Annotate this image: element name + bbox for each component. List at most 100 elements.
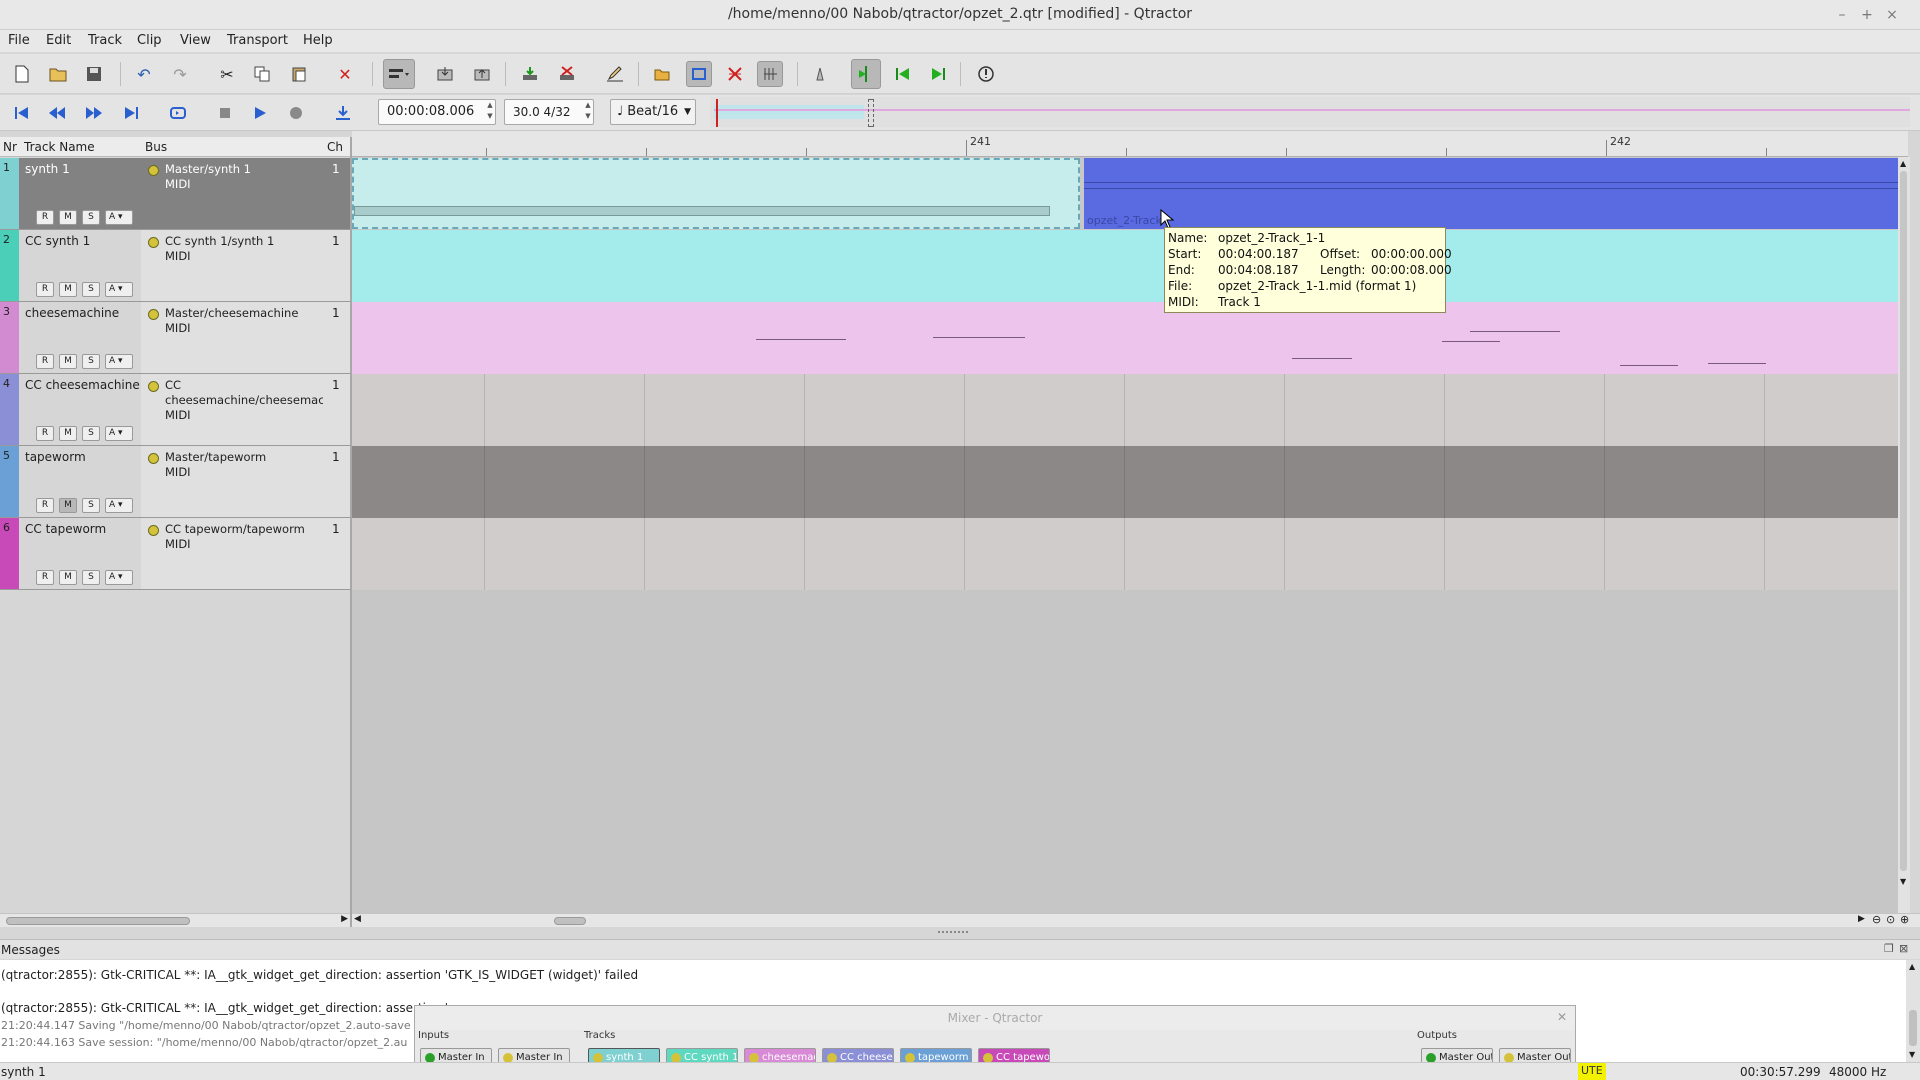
- track-row[interactable]: 4 CC cheesemachine CC cheesemachine/chees…: [0, 374, 350, 446]
- edit-pencil-icon[interactable]: [602, 61, 628, 87]
- mute-button[interactable]: M: [59, 498, 77, 513]
- skip-back-icon[interactable]: [890, 61, 916, 87]
- track-row[interactable]: 5 tapeworm Master/tapeworm MIDI 1 R M S A…: [0, 446, 350, 518]
- record-arm-button[interactable]: R: [36, 498, 54, 513]
- header-ch[interactable]: Ch: [327, 140, 343, 154]
- automation-button[interactable]: A ▾: [105, 354, 133, 369]
- canvas-vscrollbar[interactable]: ▲ ▼: [1898, 157, 1910, 913]
- track-bus[interactable]: CC synth 1/synth 1 MIDI: [141, 230, 323, 301]
- punch-in-icon[interactable]: [330, 100, 356, 126]
- record-arm-button[interactable]: R: [36, 282, 54, 297]
- fast-forward-icon[interactable]: [81, 100, 107, 126]
- automation-button[interactable]: A ▾: [105, 282, 133, 297]
- tempo-spin-arrows-icon[interactable]: ▲ ▼: [583, 100, 593, 124]
- cut-icon[interactable]: ✂: [214, 61, 240, 87]
- solo-button[interactable]: S: [82, 570, 100, 585]
- record-arm-button[interactable]: R: [36, 210, 54, 225]
- scroll-down-icon[interactable]: ▼: [1909, 1050, 1915, 1059]
- loop-icon[interactable]: [686, 61, 712, 87]
- record-arm-button[interactable]: R: [36, 354, 54, 369]
- forward-to-end-icon[interactable]: [118, 100, 144, 126]
- track-row[interactable]: 3 cheesemachine Master/cheesemachine MIDI…: [0, 302, 350, 374]
- midi-clip-selected[interactable]: [352, 158, 1080, 229]
- timeline-ruler[interactable]: 241 242: [352, 131, 1908, 157]
- record-arm-button[interactable]: R: [36, 426, 54, 441]
- clip-tool-icon[interactable]: [383, 59, 415, 89]
- header-nr[interactable]: Nr: [3, 140, 17, 154]
- zoom-in-icon[interactable]: ⊕: [1900, 913, 1909, 926]
- scroll-up-icon[interactable]: ▲: [1900, 159, 1906, 168]
- export-icon[interactable]: [469, 61, 495, 87]
- maximize-button[interactable]: +: [1857, 5, 1877, 25]
- new-file-icon[interactable]: [9, 61, 35, 87]
- menu-file[interactable]: File: [8, 33, 30, 48]
- solo-button[interactable]: S: [82, 426, 100, 441]
- header-track-name[interactable]: Track Name: [24, 140, 95, 154]
- track-bus[interactable]: CC cheesemachine/cheesemachin MIDI: [141, 374, 342, 445]
- scroll-right-icon[interactable]: ▶: [341, 914, 348, 924]
- open-file-icon[interactable]: [45, 61, 71, 87]
- lane-cheesemachine[interactable]: [352, 302, 1898, 374]
- record-arm-button[interactable]: R: [36, 570, 54, 585]
- record-icon[interactable]: [283, 100, 309, 126]
- overview-viewport-edge[interactable]: [868, 99, 874, 127]
- time-display[interactable]: 00:00:08.006 ▲ ▼: [378, 99, 496, 125]
- zoom-reset-icon[interactable]: ⊙: [1886, 913, 1895, 926]
- track-bus[interactable]: Master/synth 1 MIDI: [141, 158, 323, 229]
- close-button[interactable]: ×: [1882, 5, 1902, 25]
- menu-edit[interactable]: Edit: [46, 33, 71, 48]
- canvas-hscrollbar[interactable]: ◀ ▶ ⊖ ⊙ ⊕: [352, 913, 1920, 927]
- track-row[interactable]: 6 CC tapeworm CC tapeworm/tapeworm MIDI 1…: [0, 518, 350, 590]
- loop-transport-icon[interactable]: [165, 100, 191, 126]
- play-icon[interactable]: [247, 100, 273, 126]
- delete-icon[interactable]: ✕: [332, 61, 358, 87]
- solo-button[interactable]: S: [82, 354, 100, 369]
- track-bus[interactable]: Master/tapeworm MIDI: [141, 446, 323, 517]
- canvas-empty[interactable]: [352, 590, 1898, 913]
- menu-transport[interactable]: Transport: [227, 33, 288, 48]
- minimize-button[interactable]: –: [1832, 5, 1852, 25]
- dock-close-icon[interactable]: ⊠: [1899, 942, 1908, 955]
- dock-splitter-grip[interactable]: [938, 931, 968, 935]
- mixer-close-icon[interactable]: ✕: [1557, 1010, 1567, 1024]
- scroll-thumb[interactable]: [6, 917, 190, 925]
- remove-track-icon[interactable]: [554, 61, 580, 87]
- dock-float-icon[interactable]: ❐: [1884, 942, 1894, 955]
- metronome-icon[interactable]: [807, 61, 833, 87]
- solo-button[interactable]: S: [82, 282, 100, 297]
- time-spin-arrows-icon[interactable]: ▲ ▼: [485, 100, 495, 124]
- menu-view[interactable]: View: [180, 33, 211, 48]
- stop-icon[interactable]: [212, 100, 238, 126]
- panic-icon[interactable]: [973, 61, 999, 87]
- scroll-up-icon[interactable]: ▲: [1909, 962, 1915, 971]
- lane-tapeworm[interactable]: [352, 446, 1898, 518]
- track-bus[interactable]: CC tapeworm/tapeworm MIDI: [141, 518, 323, 589]
- thumbnail-overview[interactable]: [710, 97, 1910, 127]
- track-list-hscrollbar[interactable]: ▶: [0, 913, 350, 927]
- scroll-thumb[interactable]: [554, 917, 586, 925]
- track-canvas[interactable]: opzet_2-Track: [352, 157, 1898, 913]
- mute-button[interactable]: M: [59, 210, 77, 225]
- snap-select[interactable]: ♩ Beat/16 ▼: [610, 99, 696, 125]
- punch-icon[interactable]: [722, 61, 748, 87]
- mute-button[interactable]: M: [59, 570, 77, 585]
- solo-button[interactable]: S: [82, 498, 100, 513]
- messages-vscrollbar[interactable]: ▲ ▼: [1906, 960, 1920, 1062]
- scroll-left-icon[interactable]: ◀: [354, 914, 361, 924]
- track-row[interactable]: 2 CC synth 1 CC synth 1/synth 1 MIDI 1 R …: [0, 230, 350, 302]
- menu-clip[interactable]: Clip: [137, 33, 162, 48]
- lane-synth-1[interactable]: opzet_2-Track: [352, 158, 1898, 230]
- mute-button[interactable]: M: [59, 426, 77, 441]
- add-track-icon[interactable]: [517, 61, 543, 87]
- overview-viewport[interactable]: [714, 105, 864, 119]
- midi-clip[interactable]: opzet_2-Track: [1084, 158, 1898, 229]
- tempo-display[interactable]: 30.0 4/32 ▲ ▼: [504, 99, 594, 125]
- track-bus[interactable]: Master/cheesemachine MIDI: [141, 302, 323, 373]
- paste-icon[interactable]: [286, 61, 312, 87]
- undo-icon[interactable]: ↶: [131, 61, 157, 87]
- scroll-thumb[interactable]: [1900, 171, 1907, 871]
- solo-button[interactable]: S: [82, 210, 100, 225]
- lane-cc-tapeworm[interactable]: [352, 518, 1898, 590]
- header-bus[interactable]: Bus: [145, 140, 167, 154]
- menu-track[interactable]: Track: [88, 33, 122, 48]
